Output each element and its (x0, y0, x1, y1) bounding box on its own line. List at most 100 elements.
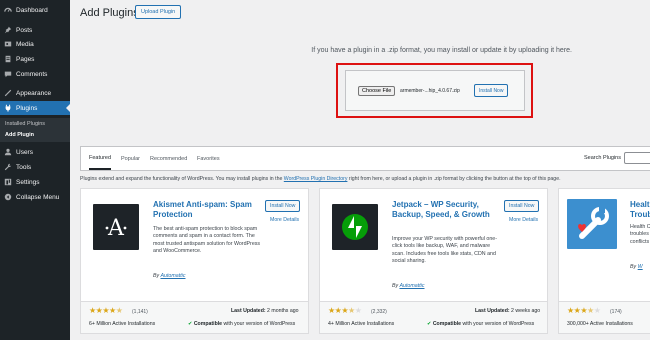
collapse-icon (4, 193, 12, 201)
plugin-directory-link[interactable]: WordPress Plugin Directory (284, 176, 348, 182)
author-prefix: By (630, 264, 637, 270)
search-plugins-input[interactable] (624, 152, 650, 164)
compat-strong: Compatible (193, 321, 223, 327)
star-full-icon: ★ (580, 306, 588, 315)
intro-text-before: Plugins extend and expand the functional… (80, 176, 284, 182)
plugin-description: Improve your WP security with powerful o… (392, 236, 497, 264)
sidebar-item-label: Dashboard (16, 6, 48, 14)
sidebar-item-comments[interactable]: Comments (0, 67, 70, 81)
tab-popular[interactable]: Popular (121, 147, 140, 170)
sidebar-item-plugins[interactable]: Plugins (0, 101, 70, 115)
plugin-name-link[interactable]: Akismet Anti-spam: Spam Protection (153, 200, 263, 220)
star-full-icon: ★ (567, 306, 574, 315)
sidebar-item-label: Appearance (16, 89, 52, 97)
selected-file-name: armember-...hip_4.0.67.zip (400, 88, 460, 94)
dashboard-icon (4, 6, 12, 14)
compat-strong: Compatible (432, 321, 462, 327)
plugin-description: Health C troubles conflicts (630, 224, 650, 245)
last-updated-value: 2 weeks ago (511, 308, 541, 314)
sidebar-item-media[interactable]: Media (0, 37, 70, 51)
plugin-card-health-check: Healt Troub Health C troubles conflicts … (558, 188, 650, 334)
search-label: Search Plugins (584, 155, 621, 161)
author-link[interactable]: W (638, 264, 643, 270)
sidebar-item-posts[interactable]: Posts (0, 23, 70, 37)
upload-plugin-button[interactable]: Upload Plugin (135, 5, 182, 19)
last-updated: Last Updated: 2 weeks ago (475, 308, 540, 314)
tab-recommended[interactable]: Recommended (150, 147, 187, 170)
sidebar-item-collapse-menu[interactable]: Collapse Menu (0, 190, 70, 204)
plugin-author: By W (630, 264, 643, 270)
active-installs: 300,000+ Active Installations (567, 321, 633, 327)
active-installs: 6+ Million Active Installations (89, 321, 156, 327)
compat-rest: with your version of WordPress (462, 321, 535, 327)
sidebar-item-label: Pages (16, 55, 35, 63)
appearance-icon (4, 89, 12, 97)
more-details-link[interactable]: More Details (270, 217, 299, 223)
compatibility: ✔ Compatible with your version of WordPr… (427, 321, 534, 327)
star-full-icon: ★ (102, 306, 110, 315)
health-check-logo-icon (567, 199, 617, 249)
plugin-name-link[interactable]: Jetpack – WP Security, Backup, Speed, & … (392, 200, 502, 220)
star-half-icon: ★ (115, 306, 123, 315)
sidebar-item-users[interactable]: Users (0, 145, 70, 159)
last-updated-value: 2 months ago (267, 308, 299, 314)
star-half-icon: ★ (587, 306, 594, 315)
sidebar-item-appearance[interactable]: Appearance (0, 86, 70, 100)
last-updated-label: Last Updated: (475, 308, 510, 314)
upload-form: Choose File armember-...hip_4.0.67.zip I… (345, 70, 525, 111)
check-icon: ✔ (427, 321, 432, 327)
tools-icon (4, 163, 12, 171)
star-rating: ★★★★★ (567, 306, 601, 315)
plugin-description: The best anti-spam protection to block s… (153, 226, 261, 254)
sidebar-item-label: Settings (16, 178, 40, 186)
plugins-submenu: Installed Plugins Add Plugin (0, 118, 70, 142)
submenu-add-plugin[interactable]: Add Plugin (5, 132, 34, 138)
compat-rest: with your version of WordPress (223, 321, 296, 327)
star-full-icon: ★ (109, 306, 116, 315)
star-full-icon: ★ (341, 306, 349, 315)
intro-text: Plugins extend and expand the functional… (80, 176, 561, 182)
sidebar-item-settings[interactable]: Settings (0, 175, 70, 189)
svg-text:A: A (107, 216, 125, 240)
author-link[interactable]: Automattic (399, 283, 424, 289)
sidebar-item-label: Posts (16, 26, 33, 34)
author-link[interactable]: Automattic (160, 273, 185, 279)
author-prefix: By (153, 273, 160, 279)
more-details-link[interactable]: More Details (509, 217, 538, 223)
page-title: Add Plugins (80, 7, 139, 19)
star-rating: ★★★★★ (89, 306, 123, 315)
active-installs: 4+ Million Active Installations (328, 321, 395, 327)
install-now-upload-button[interactable]: Install Now (474, 84, 509, 97)
star-full-icon: ★ (328, 306, 335, 315)
install-now-button[interactable]: Install Now (504, 200, 540, 212)
sidebar-item-tools[interactable]: Tools (0, 160, 70, 174)
admin-sidebar: Dashboard Posts Media Pages Comments App… (0, 0, 70, 340)
sidebar-item-label: Comments (16, 70, 48, 78)
plugin-name-link[interactable]: Healt Troub (630, 200, 650, 220)
last-updated-label: Last Updated: (231, 308, 266, 314)
install-now-button[interactable]: Install Now (265, 200, 301, 212)
rating-count: (174) (610, 309, 622, 315)
sidebar-item-dashboard[interactable]: Dashboard (0, 3, 70, 17)
pages-icon (4, 55, 12, 63)
tab-featured[interactable]: Featured (89, 147, 112, 170)
tab-favorites[interactable]: Favorites (197, 147, 220, 170)
choose-file-button[interactable]: Choose File (358, 86, 396, 96)
check-icon: ✔ (188, 321, 193, 327)
submenu-installed-plugins[interactable]: Installed Plugins (5, 121, 45, 127)
star-empty-icon: ★ (354, 306, 362, 315)
sidebar-item-label: Plugins (16, 104, 38, 112)
rating-count: (2,332) (371, 309, 387, 315)
plugin-card-footer: ★★★★★ (2,332) 4+ Million Active Installa… (320, 301, 547, 333)
pin-icon (4, 26, 12, 34)
plugin-card-akismet: A Akismet Anti-spam: Spam Protection Ins… (80, 188, 309, 334)
star-full-icon: ★ (89, 306, 96, 315)
akismet-logo-icon: A (93, 204, 139, 250)
plugin-card-jetpack: Jetpack – WP Security, Backup, Speed, & … (319, 188, 548, 334)
settings-icon (4, 178, 12, 186)
star-rating: ★★★★★ (328, 306, 362, 315)
sidebar-item-pages[interactable]: Pages (0, 52, 70, 66)
sidebar-item-label: Users (16, 148, 33, 156)
sidebar-item-label: Media (16, 40, 34, 48)
comments-icon (4, 70, 12, 78)
